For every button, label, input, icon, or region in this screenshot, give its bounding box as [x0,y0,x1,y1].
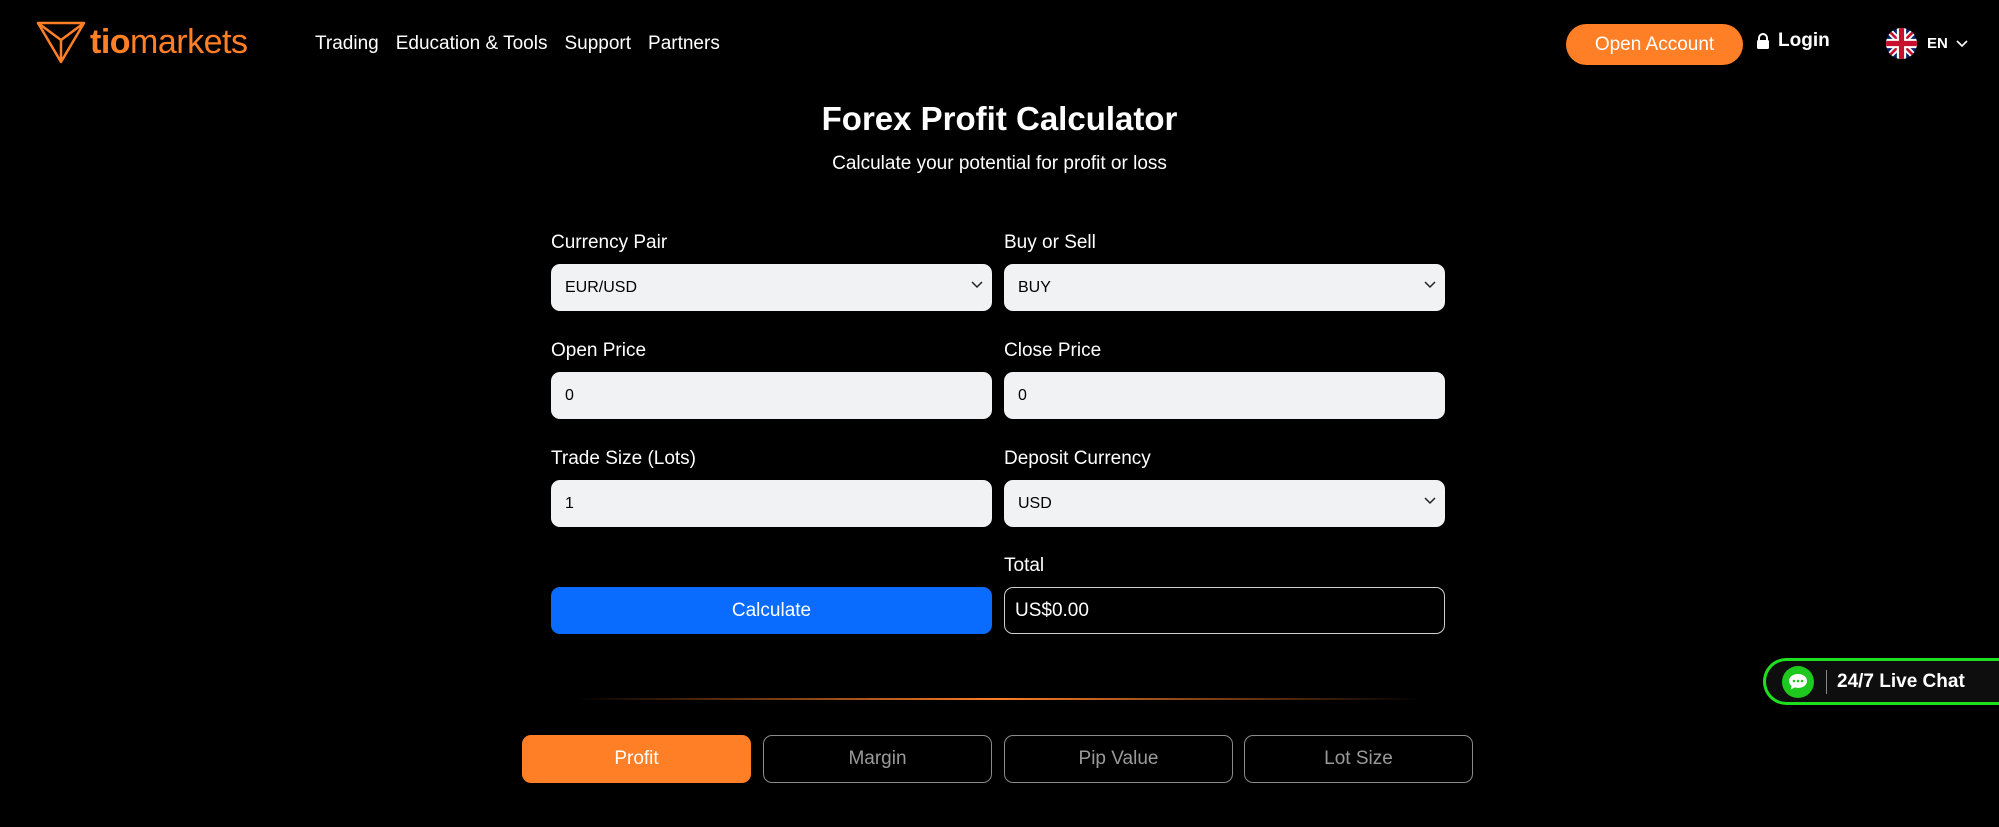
tab-pip-value[interactable]: Pip Value [1004,735,1233,783]
tab-margin[interactable]: Margin [763,735,992,783]
close-price-label: Close Price [1004,340,1102,361]
open-account-button[interactable]: Open Account [1566,24,1743,65]
page-subtitle: Calculate your potential for profit or l… [832,153,1167,174]
total-output: US$0.00 [1004,587,1445,634]
close-price-input[interactable]: 0 [1004,372,1445,419]
nav-trading[interactable]: Trading [315,33,379,55]
deposit-currency-select[interactable]: USD [1004,480,1445,527]
total-label: Total [1004,555,1045,576]
nav-support[interactable]: Support [564,33,631,55]
chevron-down-icon [1424,497,1436,505]
trade-size-input[interactable]: 1 [551,480,992,527]
buy-sell-select[interactable]: BUY [1004,264,1445,311]
close-price-value: 0 [1018,386,1027,404]
total-value: US$0.00 [1015,599,1089,621]
currency-pair-select[interactable]: EUR/USD [551,264,992,311]
trade-size-value: 1 [565,494,574,512]
buy-sell-value: BUY [1018,278,1051,296]
login-label: Login [1778,30,1830,51]
tiomarkets-logo[interactable]: tiomarkets [36,18,248,66]
chevron-down-icon [1956,39,1968,47]
live-chat-button[interactable]: 24/7 Live Chat [1763,658,1999,705]
chat-bubble-icon [1782,665,1814,698]
logo-wordmark: tiomarkets [90,22,248,61]
buy-sell-label: Buy or Sell [1004,232,1096,253]
currency-pair-value: EUR/USD [565,278,638,296]
currency-pair-label: Currency Pair [551,232,668,253]
language-code: EN [1927,35,1948,52]
tab-lot-size[interactable]: Lot Size [1244,735,1473,783]
site-header: tiomarkets Trading Education & Tools Sup… [0,0,1999,90]
chevron-down-icon [1424,281,1436,289]
lock-icon [1757,33,1769,49]
deposit-currency-label: Deposit Currency [1004,448,1151,469]
calculate-button[interactable]: Calculate [551,587,992,634]
login-link[interactable]: Login [1756,30,1830,52]
nav-partners[interactable]: Partners [648,33,720,55]
tiomarkets-logo-icon [36,21,86,64]
main-nav: Trading Education & Tools Support Partne… [315,33,737,55]
page-title: Forex Profit Calculator [821,100,1178,137]
chat-separator [1826,669,1827,694]
divider [575,698,1420,700]
uk-flag-icon [1886,28,1917,59]
live-chat-label: 24/7 Live Chat [1837,670,1965,692]
trade-size-label: Trade Size (Lots) [551,448,697,469]
open-price-value: 0 [565,386,574,404]
nav-education-tools[interactable]: Education & Tools [396,33,548,55]
chevron-down-icon [971,281,983,289]
tab-profit[interactable]: Profit [522,735,751,783]
open-price-input[interactable]: 0 [551,372,992,419]
open-price-label: Open Price [551,340,647,361]
language-selector[interactable]: EN [1886,28,1968,59]
deposit-currency-value: USD [1018,494,1052,512]
